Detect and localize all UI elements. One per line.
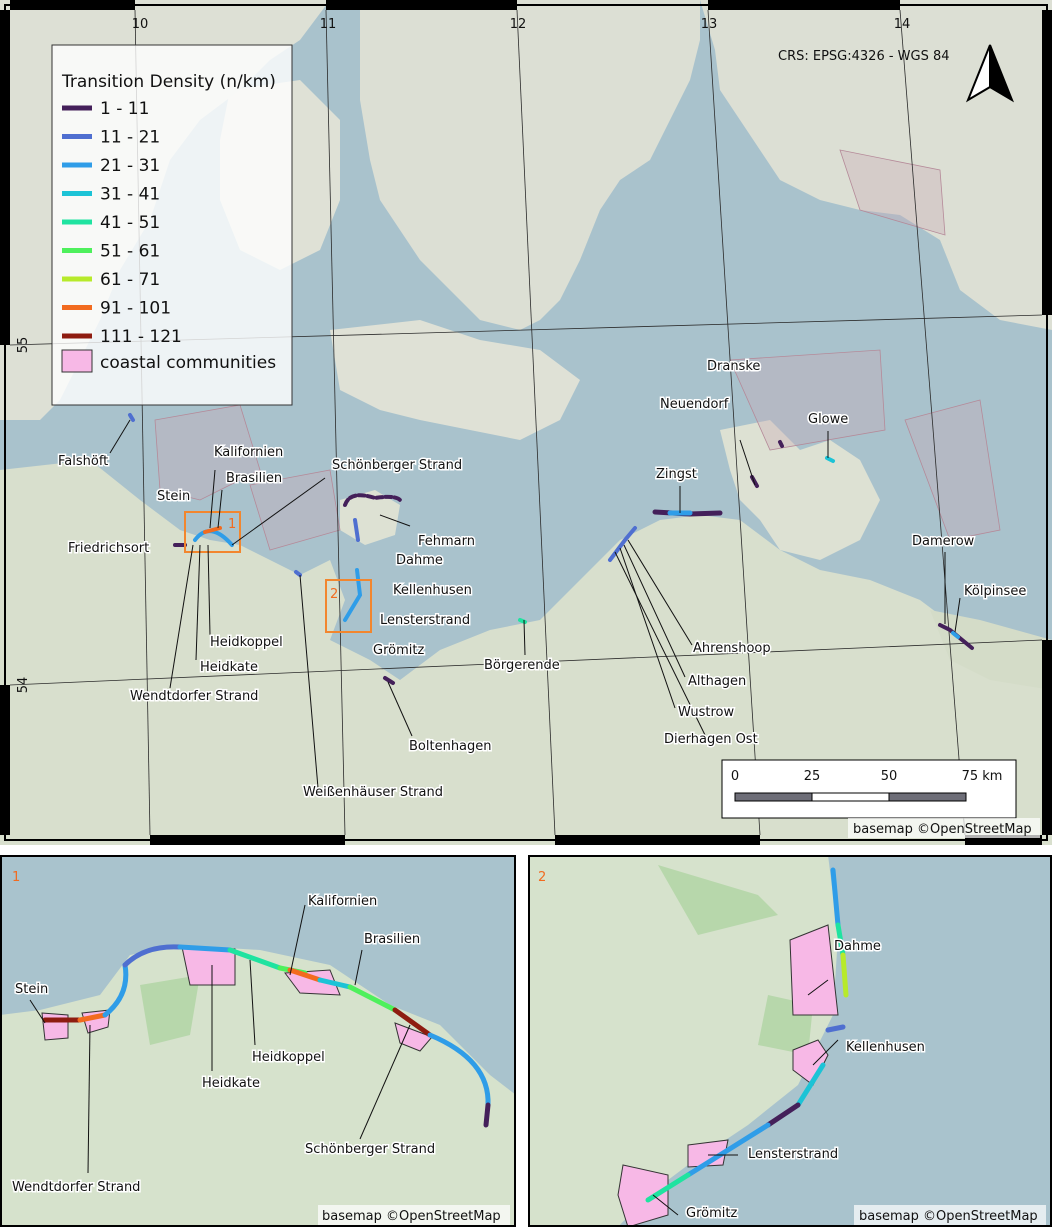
place-kalifornien: Kalifornien	[214, 445, 283, 460]
main-map-canvas: 10 11 12 13 14 55 54 CRS: EPSG:4326 - WG…	[0, 0, 1052, 845]
legend-label-9: 111 - 121	[100, 327, 182, 347]
legend-label-5: 41 - 51	[100, 213, 160, 233]
lon-tick-11: 11	[320, 17, 337, 32]
place-boergerende: Börgerende	[484, 658, 560, 673]
inset-1-wendtdorfer-strand: Wendtdorfer Strand	[12, 1180, 140, 1195]
lon-tick-10: 10	[132, 17, 149, 32]
inset-2-dahme: Dahme	[834, 939, 881, 954]
place-dranske: Dranske	[707, 359, 760, 374]
basemap-credit: basemap ©OpenStreetMap	[853, 822, 1032, 837]
lon-tick-12: 12	[510, 17, 527, 32]
inset-2-credit: basemap ©OpenStreetMap	[859, 1209, 1038, 1224]
scale-label-0: 0	[731, 769, 739, 784]
place-friedrichsort: Friedrichsort	[68, 541, 149, 556]
scale-label-25: 25	[804, 769, 821, 784]
inset-1-heidkoppel: Heidkoppel	[252, 1050, 325, 1065]
inset-2-canvas: Dahme Kellenhusen Lensterstrand Grömitz …	[528, 855, 1052, 1227]
place-damerow: Damerow	[912, 534, 975, 549]
lat-tick-54: 54	[16, 677, 31, 694]
legend-label-2: 11 - 21	[100, 128, 160, 148]
place-dierhagen-ost: Dierhagen Ost	[664, 732, 758, 747]
inset-2-number: 2	[538, 870, 546, 885]
lon-tick-14: 14	[894, 17, 911, 32]
lon-tick-13: 13	[701, 17, 718, 32]
place-glowe: Glowe	[808, 412, 848, 427]
lat-tick-55: 55	[16, 337, 31, 354]
place-weissenhaeuser-strand: Weißenhäuser Strand	[303, 785, 443, 800]
legend-label-7: 61 - 71	[100, 270, 160, 290]
legend-label-3: 21 - 31	[100, 156, 160, 176]
inset-1-heidkate: Heidkate	[202, 1076, 260, 1091]
legend-label-1: 1 - 11	[100, 99, 149, 119]
place-groemitz: Grömitz	[373, 643, 424, 658]
place-heidkate: Heidkate	[200, 660, 258, 675]
place-boltenhagen: Boltenhagen	[409, 739, 492, 754]
legend-label-6: 51 - 61	[100, 242, 160, 262]
legend-label-8: 91 - 101	[100, 299, 171, 319]
place-brasilien: Brasilien	[226, 471, 282, 486]
place-heidkoppel: Heidkoppel	[210, 635, 283, 650]
place-stein: Stein	[157, 489, 190, 504]
place-schoenberger-strand: Schönberger Strand	[332, 458, 462, 473]
scale-bar: 0 25 50 75 km	[721, 759, 1017, 819]
legend-communities-label: coastal communities	[100, 353, 276, 373]
inset-box-2-number: 2	[330, 587, 338, 602]
crs-label: CRS: EPSG:4326 - WGS 84	[778, 49, 950, 64]
inset-1-stein: Stein	[15, 982, 48, 997]
legend-communities-swatch	[61, 349, 93, 373]
inset-1: Stein Wendtdorfer Strand Heidkate Heidko…	[0, 855, 516, 1227]
place-ahrenshoop: Ahrenshoop	[693, 641, 771, 656]
place-wendtdorfer-strand: Wendtdorfer Strand	[130, 689, 258, 704]
place-zingst: Zingst	[656, 467, 697, 482]
place-neuendorf: Neuendorf	[660, 397, 729, 412]
main-map: 10 11 12 13 14 55 54 CRS: EPSG:4326 - WG…	[0, 0, 1052, 845]
inset-1-credit: basemap ©OpenStreetMap	[322, 1209, 501, 1224]
legend: Transition Density (n/km) 1 - 11 11 - 21 2…	[51, 44, 293, 406]
inset-1-brasilien: Brasilien	[364, 932, 420, 947]
inset-1-schoenberger-strand: Schönberger Strand	[305, 1142, 435, 1157]
place-koelpinsee: Kölpinsee	[964, 584, 1026, 599]
place-fehmarn: Fehmarn	[418, 534, 475, 549]
scale-label-50: 50	[881, 769, 898, 784]
inset-2-lensterstrand: Lensterstrand	[748, 1147, 838, 1162]
inset-box-1-number: 1	[228, 517, 236, 532]
place-wustrow: Wustrow	[678, 705, 735, 720]
legend-title: Transition Density (n/km)	[61, 72, 276, 92]
inset-1-number: 1	[12, 870, 20, 885]
place-falshoeft: Falshöft	[58, 454, 108, 469]
place-lensterstrand: Lensterstrand	[380, 613, 470, 628]
inset-1-canvas: Stein Wendtdorfer Strand Heidkate Heidko…	[0, 855, 516, 1227]
inset-2: Dahme Kellenhusen Lensterstrand Grömitz …	[528, 855, 1052, 1227]
inset-2-kellenhusen: Kellenhusen	[846, 1040, 925, 1055]
place-kellenhusen: Kellenhusen	[393, 583, 472, 598]
inset-1-kalifornien: Kalifornien	[308, 894, 377, 909]
scale-label-75-km: 75 km	[962, 769, 1003, 784]
legend-label-4: 31 - 41	[100, 185, 160, 205]
inset-2-groemitz: Grömitz	[686, 1206, 737, 1221]
place-althagen: Althagen	[688, 674, 746, 689]
place-dahme: Dahme	[396, 553, 443, 568]
